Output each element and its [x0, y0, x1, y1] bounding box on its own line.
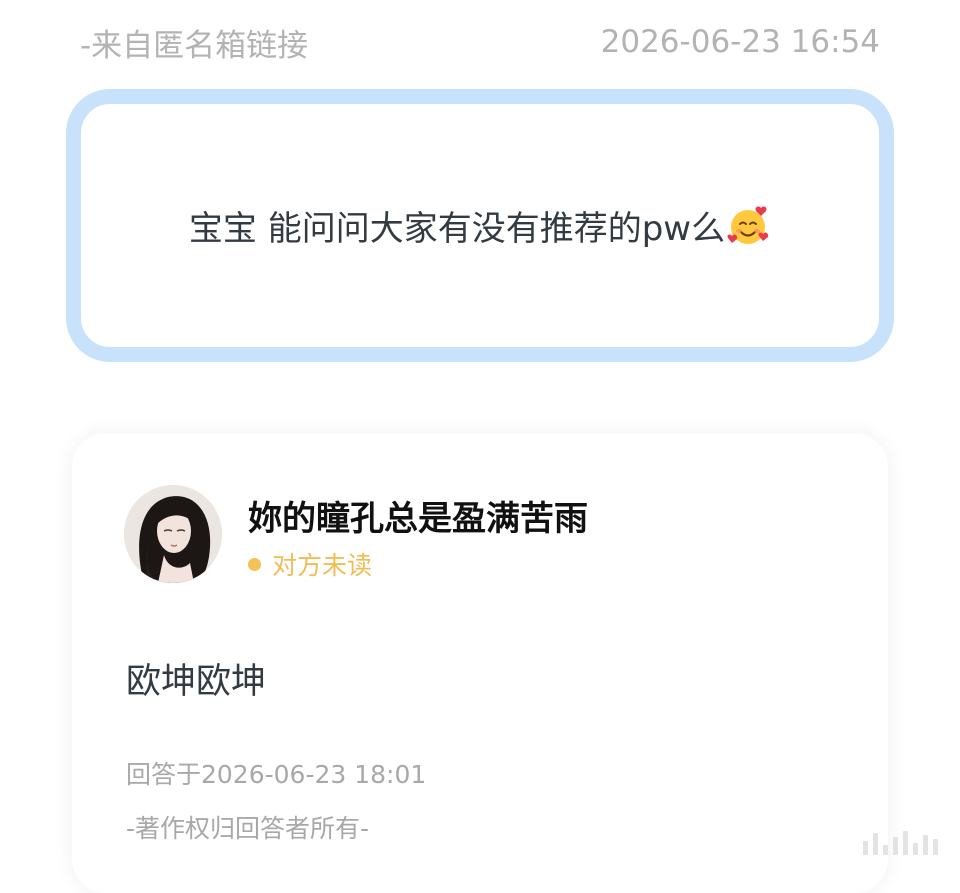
read-status-label: 对方未读: [272, 551, 373, 580]
smiling-face-with-hearts-icon: [727, 204, 771, 248]
answered-at: 回答于2026-06-23 18:01: [126, 760, 427, 789]
question-card: 宝宝 能问问大家有没有推荐的pw么: [66, 89, 894, 362]
answer-card: 妳的瞳孔总是盈满苦雨 对方未读 欧坤欧坤 回答于2026-06-23 18:01…: [72, 433, 888, 893]
source-label: -来自匿名箱链接: [80, 27, 309, 64]
read-status: 对方未读: [248, 547, 372, 581]
status-dot-icon: [248, 557, 261, 571]
avatar[interactable]: [124, 485, 222, 583]
question-timestamp: 2026-06-23 16:54: [600, 24, 880, 60]
question-text: 宝宝 能问问大家有没有推荐的pw么: [188, 209, 726, 249]
answerer-username[interactable]: 妳的瞳孔总是盈满苦雨: [248, 491, 588, 540]
message-meta-row: -来自匿名箱链接 2026-06-23 16:54: [80, 18, 880, 66]
answer-text: 欧坤欧坤: [126, 662, 267, 702]
copyright-notice: -著作权归回答者所有-: [126, 814, 370, 843]
question-content: 宝宝 能问问大家有没有推荐的pw么: [189, 201, 771, 250]
watermark-icon: [858, 831, 938, 855]
